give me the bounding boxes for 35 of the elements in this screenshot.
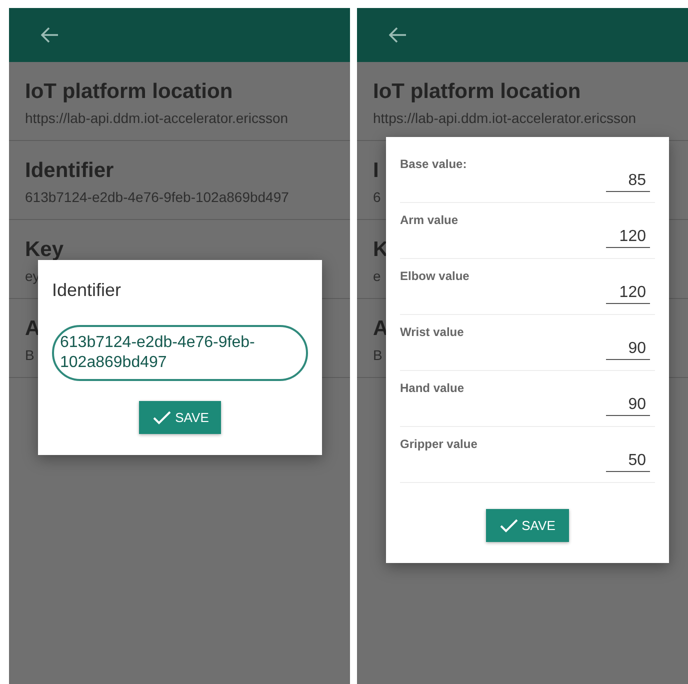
setting-title: A — [373, 317, 388, 341]
save-button[interactable]: SAVE — [139, 401, 221, 434]
setting-title: K — [373, 238, 388, 262]
setting-value: https://lab-api.ddm.iot-accelerator.ericsson — [25, 110, 288, 126]
setting-value: 613b7124-e2db-4e76-9feb-102a869bd497 — [25, 189, 289, 205]
value-input[interactable]: 50 — [606, 452, 650, 472]
value-input[interactable]: 85 — [606, 172, 650, 192]
identifier-input[interactable]: 613b7124-e2db-4e76-9feb-102a869bd497 — [52, 325, 308, 381]
setting-value: B — [373, 347, 382, 363]
setting-title: IoT platform location — [25, 80, 233, 104]
value-input[interactable]: 120 — [606, 284, 650, 304]
field-label: Arm value — [400, 212, 458, 226]
setting-title: IoT platform location — [373, 80, 581, 104]
save-button[interactable]: SAVE — [486, 509, 570, 542]
setting-title: Identifier — [25, 159, 114, 183]
setting-title: Key — [25, 238, 64, 262]
setting-value: e — [373, 268, 381, 284]
value-input[interactable]: 90 — [606, 396, 650, 416]
value-input[interactable]: 90 — [606, 340, 650, 360]
field-label: Elbow value — [400, 268, 470, 282]
value-input[interactable]: 120 — [606, 228, 650, 248]
field-label: Wrist value — [400, 324, 464, 338]
setting-value: B — [25, 347, 34, 363]
back-icon[interactable] — [41, 27, 59, 43]
field-label: Base value: — [400, 156, 467, 170]
setting-value: 6 — [373, 189, 381, 205]
field-label: Gripper value — [400, 436, 478, 450]
setting-title: A — [25, 317, 40, 341]
back-icon[interactable] — [389, 27, 407, 43]
check-icon — [500, 518, 518, 532]
setting-title: I — [373, 159, 379, 183]
setting-value: https://lab-api.ddm.iot-accelerator.ericsson — [373, 110, 636, 126]
field-label: Hand value — [400, 380, 464, 394]
dialog-title: Identifier — [52, 280, 122, 301]
check-icon — [153, 410, 172, 424]
